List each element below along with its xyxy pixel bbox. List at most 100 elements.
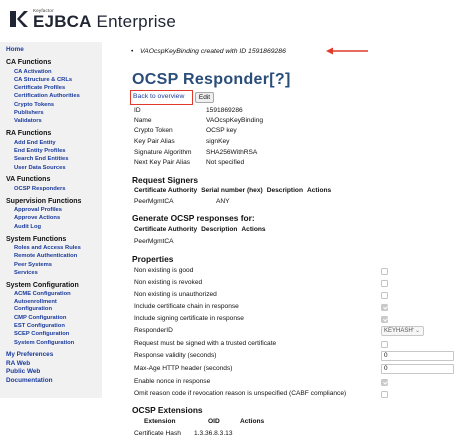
sidebar-item-user-data-sources[interactable]: User Data Sources xyxy=(6,164,102,172)
col-certificate-authority: Certificate Authority xyxy=(134,187,198,194)
sidebar-item-publishers[interactable]: Publishers xyxy=(6,109,102,117)
sidebar-item-end-entity-profiles[interactable]: End Entity Profiles xyxy=(6,147,102,155)
sidebar-item-remote-authentication[interactable]: Remote Authentication xyxy=(6,252,102,260)
sidebar-item-approve-actions[interactable]: Approve Actions xyxy=(6,214,102,222)
page-title: OCSP Responder[?] xyxy=(132,71,291,89)
sidebar-item-search-end-entities[interactable]: Search End Entities xyxy=(6,155,102,163)
generate-ocsp-ca: PeerMgmtCA xyxy=(134,238,174,245)
checkbox-request-signed[interactable] xyxy=(381,341,388,348)
prop-label-responder-id: ResponderID xyxy=(134,327,173,334)
request-signers-header: Certificate Authority Serial number (hex)… xyxy=(134,187,335,194)
extension-oid: 1.3.36.8.3.13 xyxy=(194,430,233,437)
col-certificate-authority: Certificate Authority xyxy=(134,226,198,233)
col-oid: OID xyxy=(208,418,220,425)
max-age-input[interactable]: 0 xyxy=(381,364,454,374)
sidebar-section-supervision-functions: Supervision Functions xyxy=(6,197,82,205)
col-actions: Actions xyxy=(241,226,266,233)
detail-value-id: 1591869286 xyxy=(206,107,243,114)
sidebar-item-add-end-entity[interactable]: Add End Entity xyxy=(6,139,102,147)
detail-value-signature-algorithm: SHA256WithRSA xyxy=(206,149,258,156)
sidebar-item-certificate-profiles[interactable]: Certificate Profiles xyxy=(6,84,102,92)
main-content: VAOcspKeyBinding created with ID 1591869… xyxy=(122,42,472,442)
response-validity-input[interactable]: 0 xyxy=(381,351,454,361)
sidebar-item-home[interactable]: Home xyxy=(6,46,102,55)
edit-button[interactable]: Edit xyxy=(195,92,214,103)
responder-id-value: KEYHASH xyxy=(384,328,413,334)
sidebar-item-system-configuration[interactable]: System Configuration xyxy=(6,339,102,347)
sidebar-item-ca-structure[interactable]: CA Structure & CRLs xyxy=(6,76,102,84)
prop-label-non-existing-revoked: Non existing is revoked xyxy=(134,279,203,286)
checkbox-non-existing-revoked[interactable] xyxy=(381,280,388,287)
chevron-updown-icon: ⌃⌄ xyxy=(409,328,420,334)
request-signer-ca: PeerMgmtCA xyxy=(134,198,174,205)
sidebar-section-ra-functions: RA Functions xyxy=(6,130,52,138)
back-to-overview-link[interactable]: Back to overview xyxy=(133,93,184,100)
sidebar-item-ca-activation[interactable]: CA Activation xyxy=(6,68,102,76)
checkbox-omit-reason-code[interactable] xyxy=(381,391,388,398)
app-header: Keyfactor EJBCA Enterprise xyxy=(0,0,474,38)
sidebar-item-public-web[interactable]: Public Web xyxy=(6,368,102,377)
sidebar-section-va-functions: VA Functions xyxy=(6,176,51,184)
sidebar-item-scep-configuration[interactable]: SCEP Configuration xyxy=(6,330,102,338)
col-actions: Actions xyxy=(240,418,265,425)
col-serial-number: Serial number (hex) xyxy=(201,187,263,194)
detail-label-key-pair-alias: Key Pair Alias xyxy=(134,138,175,145)
col-actions: Actions xyxy=(306,187,332,194)
checkbox-non-existing-unauthorized[interactable] xyxy=(381,292,388,299)
sidebar-item-cmp-configuration[interactable]: CMP Configuration xyxy=(6,314,102,322)
checkbox-include-signing-cert[interactable] xyxy=(381,316,388,323)
prop-label-response-validity: Response validity (seconds) xyxy=(134,352,217,359)
prop-label-non-existing-unauthorized: Non existing is unauthorized xyxy=(134,291,217,298)
sidebar-item-validators[interactable]: Validators xyxy=(6,117,102,125)
sidebar-nav: Home CA Functions CA Activation CA Struc… xyxy=(0,42,102,398)
section-generate-ocsp: Generate OCSP responses for: xyxy=(132,213,255,223)
col-extension: Extension xyxy=(144,418,176,425)
section-properties: Properties xyxy=(132,254,174,264)
sidebar-item-ra-web[interactable]: RA Web xyxy=(6,360,102,369)
help-link[interactable]: [?] xyxy=(269,71,290,88)
logo-product-name[interactable]: EJBCA Enterprise xyxy=(33,12,176,32)
sidebar-item-approval-profiles[interactable]: Approval Profiles xyxy=(6,206,102,214)
sidebar-item-peer-systems[interactable]: Peer Systems xyxy=(6,261,102,269)
checkbox-include-chain[interactable] xyxy=(381,304,388,311)
sidebar-item-services[interactable]: Services xyxy=(6,269,102,277)
logo-brand: EJBCA xyxy=(33,12,92,31)
sidebar-item-autoenrollment-configuration[interactable]: Autoenrollment Configuration xyxy=(6,299,76,314)
detail-label-signature-algorithm: Signature Algorithm xyxy=(134,149,192,156)
section-request-signers: Request Signers xyxy=(132,175,199,185)
sidebar-item-ocsp-responders[interactable]: OCSP Responders xyxy=(6,185,102,193)
sidebar-item-crypto-tokens[interactable]: Crypto Tokens xyxy=(6,101,102,109)
info-message: VAOcspKeyBinding created with ID 1591869… xyxy=(131,48,286,55)
page-title-text: OCSP Responder xyxy=(132,71,270,88)
sidebar-item-audit-log[interactable]: Audit Log xyxy=(6,223,102,231)
sidebar-item-acme-configuration[interactable]: ACME Configuration xyxy=(6,290,102,298)
sidebar-item-certification-authorities[interactable]: Certification Authorities xyxy=(6,92,102,100)
prop-label-max-age: Max-Age HTTP header (seconds) xyxy=(134,365,233,372)
generate-ocsp-header: Certificate Authority Description Actions xyxy=(134,226,270,233)
sidebar-item-documentation[interactable]: Documentation xyxy=(6,377,102,386)
detail-label-crypto-token: Crypto Token xyxy=(134,127,173,134)
prop-label-include-chain: Include certificate chain in response xyxy=(134,303,239,310)
prop-label-omit-reason-code: Omit reason code if revocation reason is… xyxy=(134,390,347,397)
prop-label-request-signed: Request must be signed with a trusted ce… xyxy=(134,340,277,347)
sidebar-section-system-configuration: System Configuration xyxy=(6,281,79,289)
responder-id-select[interactable]: KEYHASH ⌃⌄ xyxy=(381,326,424,336)
sidebar-item-my-preferences[interactable]: My Preferences xyxy=(6,351,102,360)
sidebar-item-roles-access-rules[interactable]: Roles and Access Rules xyxy=(6,244,102,252)
keyfactor-logo-icon xyxy=(10,11,28,27)
prop-label-include-signing-cert: Include signing certificate in response xyxy=(134,315,244,322)
logo-edition: Enterprise xyxy=(91,12,177,31)
checkbox-enable-nonce[interactable] xyxy=(381,379,388,386)
checkbox-non-existing-good[interactable] xyxy=(381,268,388,275)
detail-value-next-key-pair-alias: Not specified xyxy=(206,159,245,166)
detail-value-name: VAOcspKeyBinding xyxy=(206,117,264,124)
back-link-highlight: Back to overview xyxy=(130,90,193,105)
detail-value-key-pair-alias: signKey xyxy=(206,138,230,145)
col-description: Description xyxy=(266,187,303,194)
extension-name: Certificate Hash xyxy=(134,430,181,437)
request-signer-serial: ANY xyxy=(216,198,230,205)
sidebar-item-est-configuration[interactable]: EST Configuration xyxy=(6,322,102,330)
sidebar-section-system-functions: System Functions xyxy=(6,235,67,243)
detail-label-name: Name xyxy=(134,117,152,124)
detail-value-crypto-token: OCSP key xyxy=(206,127,237,134)
